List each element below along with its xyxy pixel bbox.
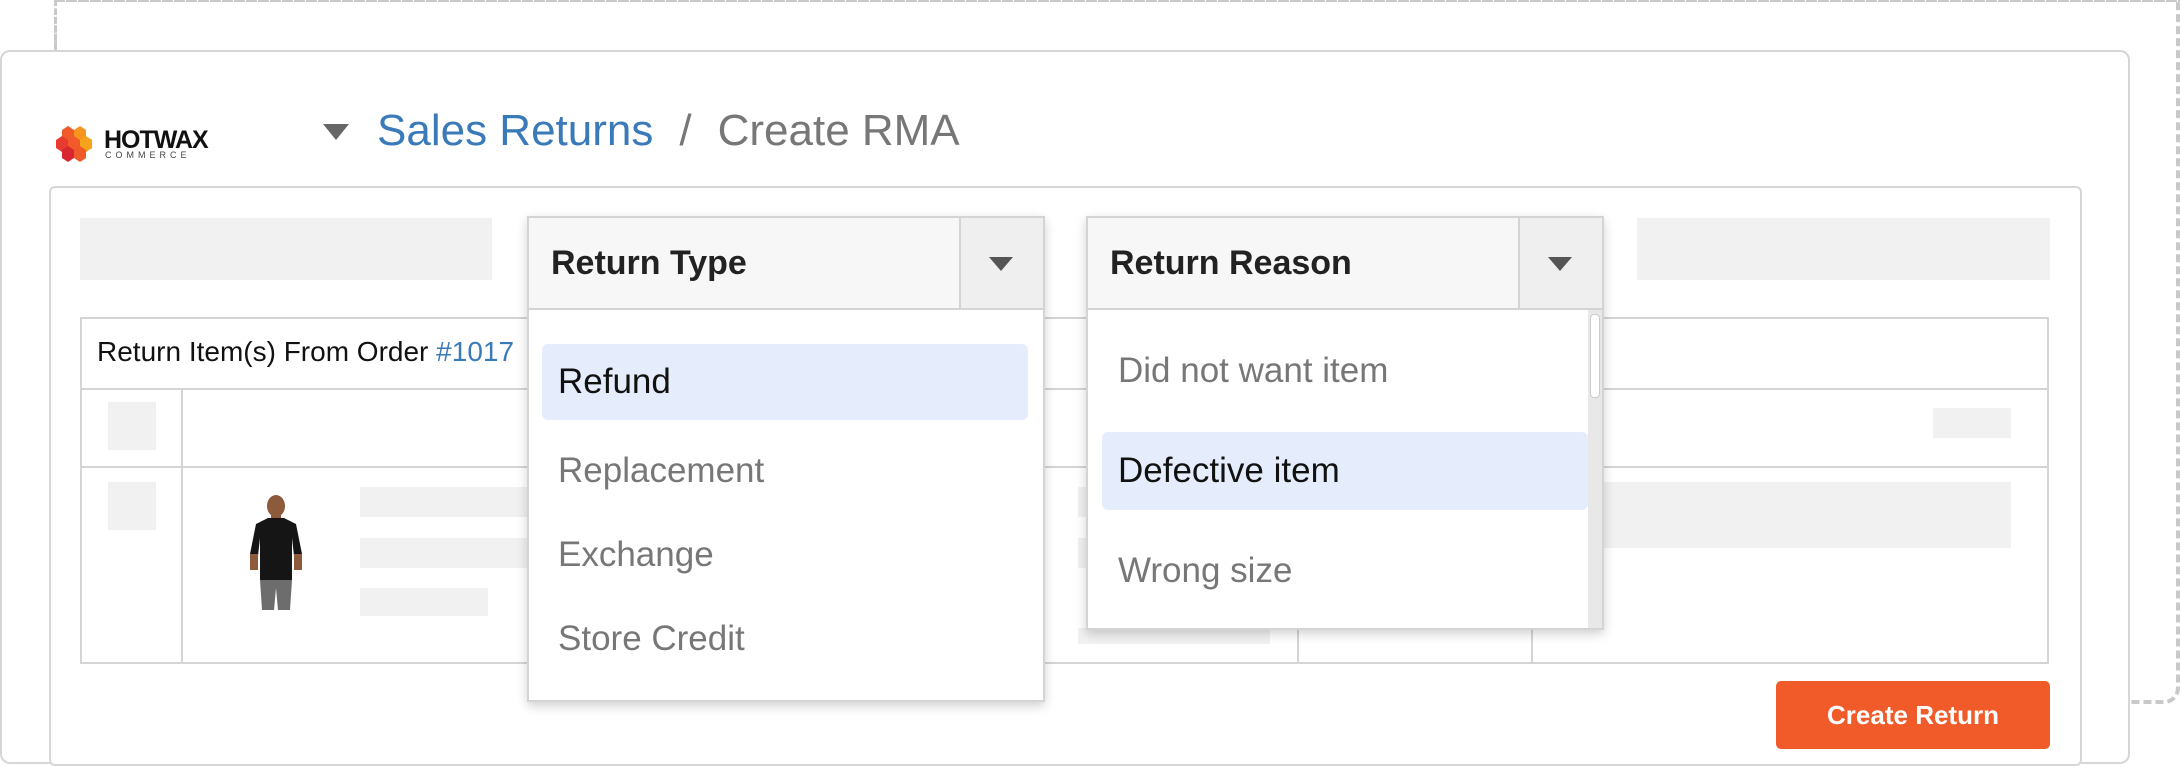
return-reason-dropdown: Return Reason Did not want item Defectiv…: [1086, 216, 1604, 630]
return-reason-label: Return Reason: [1110, 244, 1352, 282]
placeholder-text: [360, 487, 530, 517]
checkbox-placeholder[interactable]: [108, 402, 156, 450]
table-caption-text: Return Item(s) From Order: [97, 336, 437, 367]
return-reason-option-defective[interactable]: Defective item: [1102, 432, 1588, 510]
checkbox-placeholder[interactable]: [108, 482, 156, 530]
scrollbar[interactable]: [1588, 310, 1602, 628]
return-reason-select[interactable]: Return Reason: [1088, 218, 1602, 310]
breadcrumb-sales-returns-link[interactable]: Sales Returns: [377, 106, 653, 155]
order-link[interactable]: #1017: [436, 336, 514, 367]
placeholder-text: [360, 588, 488, 616]
return-type-option-store-credit[interactable]: Store Credit: [542, 608, 1028, 670]
return-type-toggle[interactable]: [959, 218, 1043, 308]
return-type-dropdown: Return Type Refund Replacement Exchange …: [527, 216, 1045, 702]
placeholder-text: [1078, 628, 1270, 644]
return-type-option-refund[interactable]: Refund: [542, 344, 1028, 420]
breadcrumb-separator: /: [679, 106, 692, 155]
breadcrumb: Sales Returns / Create RMA: [377, 106, 960, 156]
placeholder-text: [1933, 408, 2011, 438]
placeholder-field: [1586, 482, 2011, 548]
return-reason-option-wrong-size[interactable]: Wrong size: [1102, 540, 1588, 602]
brand-sub: COMMERCE: [105, 150, 191, 160]
return-type-label: Return Type: [551, 244, 747, 282]
scrollbar-thumb[interactable]: [1590, 314, 1600, 398]
product-thumbnail: [250, 495, 302, 610]
placeholder-field: [1637, 218, 2050, 280]
return-type-select[interactable]: Return Type: [529, 218, 1043, 310]
create-return-button[interactable]: Create Return: [1776, 681, 2050, 749]
table-divider: [80, 466, 2049, 468]
placeholder-text: [360, 538, 530, 568]
table-divider: [80, 388, 2049, 390]
chevron-down-icon: [1548, 257, 1572, 271]
placeholder-field: [80, 218, 492, 280]
breadcrumb-current: Create RMA: [717, 106, 960, 155]
return-type-option-exchange[interactable]: Exchange: [542, 524, 1028, 586]
table-divider: [181, 388, 183, 664]
chevron-down-icon: [989, 257, 1013, 271]
table-caption: Return Item(s) From Order #1017: [97, 336, 514, 368]
return-reason-option-did-not-want[interactable]: Did not want item: [1102, 340, 1588, 402]
nav-menu-caret-icon[interactable]: [323, 124, 349, 140]
return-reason-toggle[interactable]: [1518, 218, 1602, 308]
return-type-option-replacement[interactable]: Replacement: [542, 440, 1028, 502]
